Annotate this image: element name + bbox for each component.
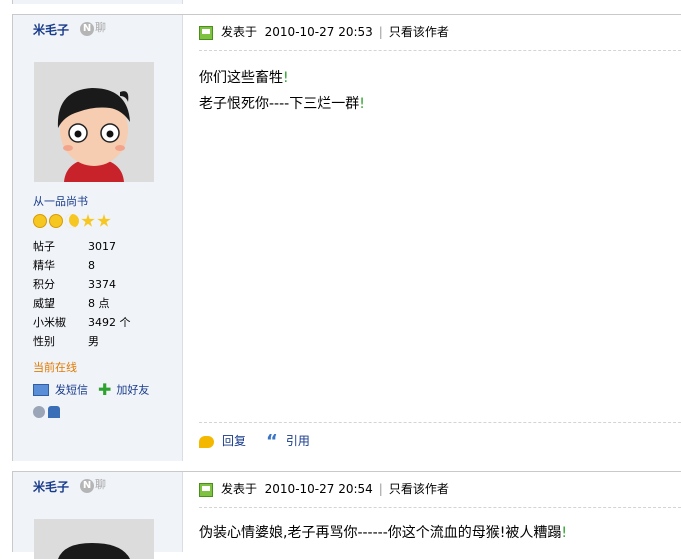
rank-title: 从一品尚书	[33, 195, 88, 208]
stat-value: 3374	[88, 278, 116, 291]
posted-time: 2010-10-27 20:54	[264, 482, 373, 496]
post-message: 你们这些畜牲! 老子恨死你----下三烂一群!	[199, 65, 365, 117]
author-username[interactable]: 米毛子	[33, 478, 69, 495]
post-message: 伪装心情婆娘,老子再骂你------你这个流血的母猴!被人糟蹋!	[199, 520, 567, 546]
post-header: 发表于 2010-10-27 20:53 | 只看该作者	[199, 23, 681, 41]
message-text: 你们这些畜牲	[199, 70, 283, 86]
rank-level-icons	[33, 214, 113, 232]
stat-label: 性别	[33, 335, 55, 348]
star-icon	[97, 214, 111, 227]
header-separator: |	[378, 25, 383, 39]
footer-divider	[199, 422, 681, 423]
message-text: 老子恨死你----下三烂一群	[199, 96, 360, 112]
stat-row: 小米椒 3492 个	[33, 313, 131, 332]
stat-label: 精华	[33, 259, 55, 272]
author-stats: 帖子 3017 精华 8 积分 3374 威望 8 点 小米椒 3492 个 性别 男	[33, 237, 131, 351]
message-line: 你们这些畜牲!	[199, 65, 365, 91]
avatar[interactable]	[34, 62, 154, 182]
sun-icon	[49, 214, 63, 228]
post-icon	[199, 25, 213, 40]
view-author-only-link[interactable]: 只看该作者	[389, 482, 449, 496]
author-username[interactable]: 米毛子	[33, 21, 69, 38]
avatar[interactable]	[34, 519, 154, 559]
header-divider	[199, 50, 681, 51]
stat-row: 精华 8	[33, 256, 131, 275]
stat-row: 积分 3374	[33, 275, 131, 294]
reply-icon	[199, 435, 214, 448]
message-exclaim: !	[561, 525, 567, 541]
chat-label: 聊	[95, 21, 106, 34]
message-exclaim: !	[359, 96, 365, 112]
quote-icon: “	[266, 430, 278, 452]
post-2: 米毛子 N聊 发表于 2010-10-27 20:54 | 只看该作者 伪装心情婆娘…	[12, 471, 681, 559]
stat-value: 男	[88, 335, 99, 348]
stat-row: 性别 男	[33, 332, 131, 351]
contact-actions: 发短信 ✚ 加好友	[33, 380, 149, 399]
quote-label: 引用	[285, 434, 310, 448]
stat-value: 3017	[88, 240, 116, 253]
post-content: 发表于 2010-10-27 20:53 | 只看该作者 你们这些畜牲! 老子恨死你…	[183, 15, 681, 461]
user-profile-icon[interactable]	[48, 405, 60, 418]
header-separator: |	[378, 482, 383, 496]
chat-badge[interactable]: N聊	[80, 476, 106, 493]
post-1: 米毛子 N聊 从一品尚书 帖子 3017 精华 8 积分 3374 威望 8 点 小米椒…	[12, 14, 681, 461]
chat-label: 聊	[95, 478, 106, 491]
stat-row: 威望 8 点	[33, 294, 131, 313]
previous-post-edge	[0, 0, 681, 4]
extra-icons	[33, 404, 63, 418]
moon-icon	[65, 214, 79, 228]
reply-button[interactable]: 回复	[199, 432, 246, 449]
post-icon	[199, 482, 213, 497]
posted-time: 2010-10-27 20:53	[264, 25, 373, 39]
post-actions: 回复 “ 引用	[199, 430, 330, 452]
stat-value: 3492 个	[88, 316, 131, 329]
send-message-link[interactable]: 发短信	[55, 384, 88, 397]
star-icon	[81, 214, 95, 227]
author-sidebar: 米毛子 N聊 从一品尚书 帖子 3017 精华 8 积分 3374 威望 8 点 小米椒…	[12, 15, 183, 461]
post-content: 发表于 2010-10-27 20:54 | 只看该作者 伪装心情婆娘,老子再骂你-…	[183, 472, 681, 552]
add-friend-link[interactable]: 加好友	[116, 384, 149, 397]
online-status: 当前在线	[33, 361, 77, 374]
posted-label: 发表于	[221, 482, 258, 496]
quote-button[interactable]: “ 引用	[266, 430, 310, 452]
message-exclaim: !	[283, 70, 289, 86]
mail-icon[interactable]	[33, 383, 49, 396]
reply-label: 回复	[222, 434, 247, 448]
message-text: 伪装心情婆娘,老子再骂你------你这个流血的母猴!被人糟蹋	[199, 525, 562, 541]
stat-label: 小米椒	[33, 316, 66, 329]
satellite-icon[interactable]	[33, 405, 45, 418]
chat-n-icon: N	[80, 479, 94, 493]
sun-icon	[33, 214, 47, 228]
header-divider	[199, 507, 681, 508]
stat-value: 8 点	[88, 297, 110, 310]
stat-label: 威望	[33, 297, 55, 310]
stat-label: 帖子	[33, 240, 55, 253]
author-sidebar: 米毛子 N聊	[12, 472, 183, 559]
posted-label: 发表于	[221, 25, 258, 39]
post-header: 发表于 2010-10-27 20:54 | 只看该作者	[199, 480, 681, 498]
stat-label: 积分	[33, 278, 55, 291]
view-author-only-link[interactable]: 只看该作者	[389, 25, 449, 39]
chat-badge[interactable]: N聊	[80, 19, 106, 36]
add-friend-icon[interactable]: ✚	[98, 380, 111, 399]
message-line: 伪装心情婆娘,老子再骂你------你这个流血的母猴!被人糟蹋!	[199, 520, 567, 546]
chat-n-icon: N	[80, 22, 94, 36]
stat-row: 帖子 3017	[33, 237, 131, 256]
message-line: 老子恨死你----下三烂一群!	[199, 91, 365, 117]
stat-value: 8	[88, 259, 95, 272]
